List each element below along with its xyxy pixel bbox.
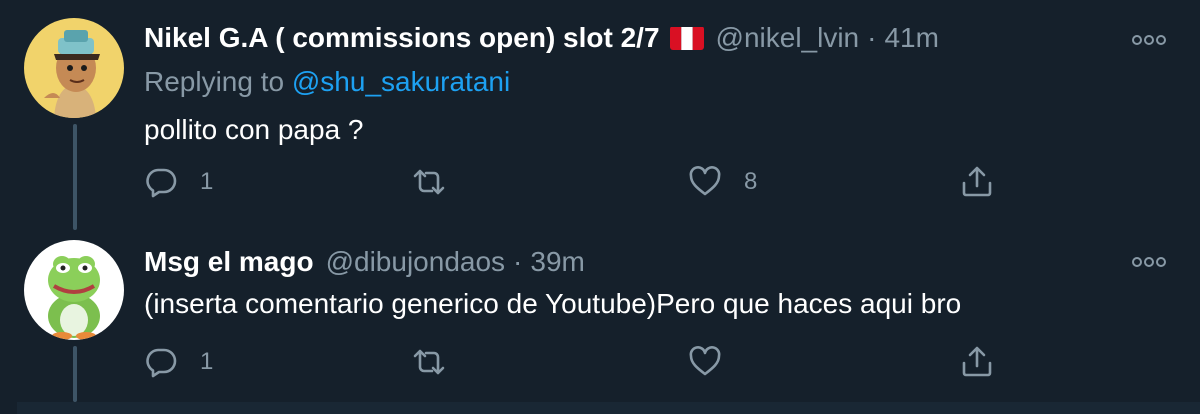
replying-prefix: Replying to — [144, 66, 285, 97]
display-name[interactable]: Msg el mago — [144, 246, 314, 278]
tweet-header: Msg el mago @dibujondaos · 39m — [144, 246, 585, 278]
like-count: 8 — [744, 168, 758, 195]
like-button[interactable] — [688, 342, 744, 382]
retweet-icon — [413, 349, 445, 375]
reply-button[interactable]: 1 — [144, 342, 213, 382]
reply-icon — [146, 348, 177, 378]
reply-icon — [146, 168, 177, 198]
tweet-actions: 1 8 — [144, 162, 1004, 202]
thread-line — [73, 346, 77, 402]
tweet[interactable]: Msg el mago @dibujondaos · 39m (inserta … — [0, 230, 1200, 402]
display-name[interactable]: Nikel G.A ( commissions open) slot 2/7 — [144, 22, 660, 54]
timestamp[interactable]: 39m — [530, 246, 584, 278]
share-button[interactable] — [960, 162, 994, 202]
retweet-button[interactable] — [412, 342, 468, 382]
like-icon — [689, 166, 721, 196]
reply-button[interactable]: 1 — [144, 162, 213, 202]
tweet[interactable]: Nikel G.A ( commissions open) slot 2/7 @… — [0, 0, 1200, 230]
like-icon — [689, 346, 721, 376]
share-icon — [962, 346, 992, 377]
divider — [17, 402, 1200, 414]
separator-dot: · — [513, 246, 523, 277]
separator-dot: · — [867, 22, 877, 53]
retweet-button[interactable] — [412, 162, 468, 202]
retweet-icon — [413, 169, 445, 195]
user-handle[interactable]: @nikel_lvin — [716, 22, 860, 54]
reply-count: 1 — [200, 348, 214, 375]
avatar[interactable] — [24, 240, 124, 340]
reply-count: 1 — [200, 168, 214, 195]
share-icon — [962, 166, 992, 197]
user-handle[interactable]: @dibujondaos — [326, 246, 505, 278]
timestamp[interactable]: 41m — [884, 22, 938, 54]
share-button[interactable] — [960, 342, 994, 382]
tweet-text: pollito con papa ? — [144, 114, 364, 145]
peru-flag-icon — [669, 26, 704, 50]
avatar[interactable] — [24, 18, 124, 118]
tweet-actions: 1 — [144, 342, 1004, 382]
more-icon[interactable] — [1132, 255, 1166, 267]
tweet-text: (inserta comentario generico de Youtube)… — [144, 288, 962, 319]
replying-to: Replying to @shu_sakuratani — [144, 66, 510, 98]
thread-line — [73, 124, 77, 230]
tweet-header: Nikel G.A ( commissions open) slot 2/7 @… — [144, 22, 939, 54]
mention-link[interactable]: @shu_sakuratani — [292, 66, 510, 97]
like-button[interactable]: 8 — [688, 162, 757, 202]
more-icon[interactable] — [1132, 33, 1166, 45]
